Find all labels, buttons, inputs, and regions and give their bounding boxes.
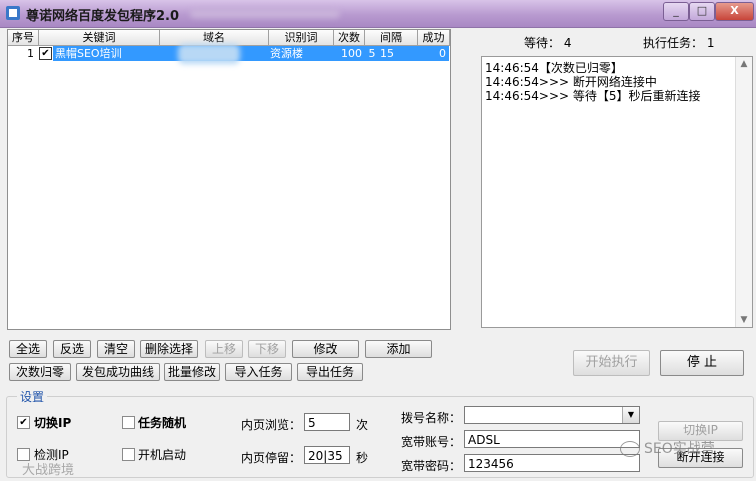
scroll-down-icon[interactable]: ▼ xyxy=(736,313,752,327)
close-button[interactable]: X xyxy=(715,2,754,21)
reset-count-button[interactable]: 次数归零 xyxy=(9,363,71,381)
settings-group: 设置 ✔ 切换IP 任务随机 检测IP 开机启动 内页浏览： 5 次 内页停留：… xyxy=(6,388,754,478)
status-panel: 等待： 4 执行任务： 1 xyxy=(481,29,749,51)
add-button[interactable]: 添加 xyxy=(365,340,432,358)
autostart-label: 开机启动 xyxy=(138,448,187,462)
col-header-id-word[interactable]: 识别词 xyxy=(269,30,334,46)
cell-interval-a: 5 xyxy=(368,47,376,60)
row-checkbox[interactable]: ✔ xyxy=(39,47,52,60)
move-up-button[interactable]: 上移 xyxy=(205,340,243,358)
cell-count: 100 xyxy=(341,47,362,60)
clear-button[interactable]: 清空 xyxy=(97,340,135,358)
waiting-count: 等待： 4 xyxy=(524,36,572,50)
select-all-button[interactable]: 全选 xyxy=(9,340,47,358)
scroll-up-icon[interactable]: ▲ xyxy=(736,57,752,71)
delete-selected-button[interactable]: 删除选择 xyxy=(140,340,198,358)
log-scrollbar[interactable]: ▲ ▼ xyxy=(735,57,752,327)
log-panel[interactable]: 14:46:54【次数已归零】 14:46:54>>> 断开网络连接中 14:4… xyxy=(481,56,753,328)
log-line: 14:46:54>>> 等待【5】秒后重新连接 xyxy=(485,89,701,103)
import-task-button[interactable]: 导入任务 xyxy=(225,363,292,381)
export-task-button[interactable]: 导出任务 xyxy=(297,363,363,381)
broadband-account-label: 宽带账号： xyxy=(401,435,462,449)
col-header-interval[interactable]: 间隔 xyxy=(365,30,418,46)
cell-id-word: 资源楼 xyxy=(270,47,303,60)
switch-ip-checkbox[interactable]: ✔ xyxy=(17,416,30,429)
blurred-title-area xyxy=(190,9,340,18)
broadband-password-label: 宽带密码： xyxy=(401,459,462,473)
inner-stay-label: 内页停留： xyxy=(241,451,302,465)
window-title: 尊诺网络百度发包程序2.0 xyxy=(26,9,180,24)
inner-browse-input[interactable]: 5 xyxy=(304,413,350,431)
table-row[interactable]: 1 ✔ 黑帽SEO培训 资源楼 100 5 15 0 xyxy=(8,44,450,64)
success-curve-button[interactable]: 发包成功曲线 xyxy=(76,363,160,381)
col-header-success[interactable]: 成功 xyxy=(418,30,450,46)
wechat-icon xyxy=(620,441,640,457)
random-task-checkbox[interactable] xyxy=(122,416,135,429)
inner-browse-label: 内页浏览： xyxy=(241,418,302,432)
autostart-checkbox[interactable] xyxy=(122,448,135,461)
title-bar: 尊诺网络百度发包程序2.0 _ □ X xyxy=(0,0,756,28)
inner-browse-unit: 次 xyxy=(356,418,369,432)
watermark-seo: SEO实战营 xyxy=(620,438,715,458)
log-line: 14:46:54>>> 断开网络连接中 xyxy=(485,75,657,89)
cell-keyword: 黑帽SEO培训 xyxy=(55,47,122,60)
inner-stay-input[interactable]: 20|35 xyxy=(304,446,350,464)
running-count: 执行任务： 1 xyxy=(643,36,715,50)
dial-name-select[interactable]: ▼ xyxy=(464,406,640,424)
broadband-account-input[interactable]: ADSL xyxy=(464,430,640,448)
minimize-button[interactable]: _ xyxy=(663,2,689,21)
start-button[interactable]: 开始执行 xyxy=(573,350,650,376)
edit-button[interactable]: 修改 xyxy=(292,340,359,358)
switch-ip-label: 切换IP xyxy=(34,416,72,430)
settings-group-label: 设置 xyxy=(17,388,48,405)
col-header-count[interactable]: 次数 xyxy=(334,30,365,46)
stop-button[interactable]: 停 止 xyxy=(660,350,744,376)
col-header-index[interactable]: 序号 xyxy=(8,30,39,46)
dial-name-label: 拨号名称： xyxy=(401,411,462,425)
inner-stay-unit: 秒 xyxy=(356,451,369,465)
watermark-bottom-left: 大战跨境 xyxy=(22,463,75,478)
maximize-button[interactable]: □ xyxy=(689,2,715,21)
log-line: 14:46:54【次数已归零】 xyxy=(485,61,623,75)
batch-edit-button[interactable]: 批量修改 xyxy=(164,363,220,381)
random-task-label: 任务随机 xyxy=(138,416,187,430)
cell-success: 0 xyxy=(439,47,446,60)
blurred-domain xyxy=(178,44,240,64)
chevron-down-icon[interactable]: ▼ xyxy=(622,407,639,423)
cell-index: 1 xyxy=(27,47,34,60)
invert-selection-button[interactable]: 反选 xyxy=(53,340,91,358)
broadband-password-input[interactable]: 123456 xyxy=(464,454,640,472)
col-header-keyword[interactable]: 关键词 xyxy=(39,30,160,46)
move-down-button[interactable]: 下移 xyxy=(248,340,286,358)
task-table[interactable]: 序号 关键词 域名 识别词 次数 间隔 成功 1 ✔ 黑帽SEO培训 资源楼 1… xyxy=(7,29,451,330)
cell-interval-b: 15 xyxy=(380,47,394,60)
app-icon xyxy=(6,6,20,20)
